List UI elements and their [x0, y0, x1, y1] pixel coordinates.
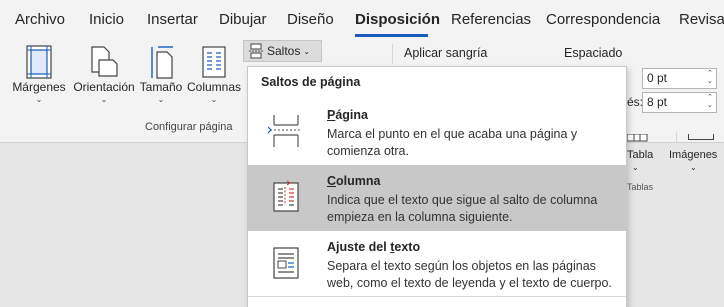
chevron-down-icon: ⌄ — [210, 95, 218, 104]
spacing-label: Espaciado — [564, 46, 623, 60]
margins-button[interactable]: Márgenes ⌄ — [10, 44, 68, 104]
break-option-description: Marca el punto en el que acaba una págin… — [327, 127, 578, 158]
columns-label: Columnas — [186, 80, 242, 94]
breaks-icon — [249, 43, 263, 59]
tab-disposicion[interactable]: Disposición — [355, 11, 440, 28]
table-icon — [626, 134, 648, 142]
spinner-arrows-icon[interactable]: ⌃ ⌄ — [707, 94, 713, 110]
images-button-top[interactable] — [688, 134, 714, 140]
menu-bar: Archivo Inicio Insertar Dibujar Diseño D… — [0, 0, 724, 40]
breaks-dropdown: Saltos de página Página Marca el punto e… — [247, 66, 627, 307]
tab-archivo[interactable]: Archivo — [15, 11, 65, 28]
margins-label: Márgenes — [12, 80, 66, 94]
active-tab-underline — [355, 34, 428, 37]
break-option-description: Separa el texto según los objetos en las… — [327, 259, 612, 290]
break-option-page[interactable]: Página Marca el punto en el que acaba un… — [248, 99, 626, 165]
page-break-icon — [268, 115, 302, 147]
tab-dibujar[interactable]: Dibujar — [219, 11, 267, 28]
tab-referencias[interactable]: Referencias — [451, 11, 531, 28]
break-option-title: Ajuste del texto — [327, 240, 421, 254]
table-button[interactable] — [626, 134, 648, 142]
breaks-label: Saltos — [267, 44, 301, 58]
break-option-title: Página — [327, 108, 368, 122]
chevron-down-icon: ⌄ — [100, 95, 108, 104]
indent-label: Aplicar sangría — [404, 46, 488, 60]
tab-insertar[interactable]: Insertar — [147, 11, 198, 28]
table-label[interactable]: Tabla — [627, 149, 653, 161]
break-option-text-wrapping[interactable]: Ajuste del texto Separa el texto según l… — [248, 231, 626, 297]
spacing-after-label: és: — [627, 95, 644, 109]
breaks-button[interactable]: Saltos ⌄ — [243, 40, 322, 62]
break-option-title: Columna — [327, 174, 381, 188]
margins-icon — [26, 45, 52, 79]
images-label[interactable]: Imágenes — [669, 149, 717, 161]
size-label: Tamaño — [139, 80, 183, 94]
divider — [676, 132, 677, 142]
columns-icon — [202, 46, 226, 78]
text-wrapping-icon — [273, 247, 299, 279]
group-label-tablas: Tablas — [627, 182, 654, 192]
spacing-before-field[interactable]: 0 pt ⌃ ⌄ — [642, 68, 717, 89]
tab-revisar[interactable]: Revisa — [679, 11, 724, 28]
dropdown-header: Saltos de página — [261, 75, 361, 89]
spacing-before-value: 0 pt — [647, 71, 668, 85]
tab-diseno[interactable]: Diseño — [287, 11, 334, 28]
column-break-icon — [273, 180, 299, 212]
chevron-down-icon: ⌄ — [157, 95, 165, 104]
divider — [248, 296, 626, 297]
spacing-after-value: 8 pt — [647, 95, 668, 109]
size-icon — [151, 46, 173, 79]
group-label-configurar-pagina: Configurar página — [145, 121, 233, 133]
break-option-description: Indica que el texto que sigue al salto d… — [327, 193, 598, 224]
tab-inicio[interactable]: Inicio — [89, 11, 124, 28]
spinner-arrows-icon[interactable]: ⌃ ⌄ — [707, 70, 713, 86]
spacing-after-field[interactable]: 8 pt ⌃ ⌄ — [642, 92, 717, 113]
chevron-down-icon: ⌄ — [303, 46, 311, 56]
orientation-icon — [91, 46, 118, 77]
chevron-down-icon[interactable]: ⌄ — [690, 163, 697, 172]
columns-button[interactable]: Columnas ⌄ — [186, 44, 242, 104]
break-option-column[interactable]: Columna Indica que el texto que sigue al… — [248, 165, 626, 231]
size-button[interactable]: Tamaño ⌄ — [138, 44, 184, 104]
orientation-button[interactable]: Orientación ⌄ — [71, 44, 137, 104]
orientation-label: Orientación — [73, 80, 135, 94]
tab-correspondencia[interactable]: Correspondencia — [546, 11, 660, 28]
chevron-down-icon: ⌄ — [35, 95, 43, 104]
chevron-down-icon[interactable]: ⌄ — [632, 163, 639, 172]
divider — [392, 44, 393, 64]
